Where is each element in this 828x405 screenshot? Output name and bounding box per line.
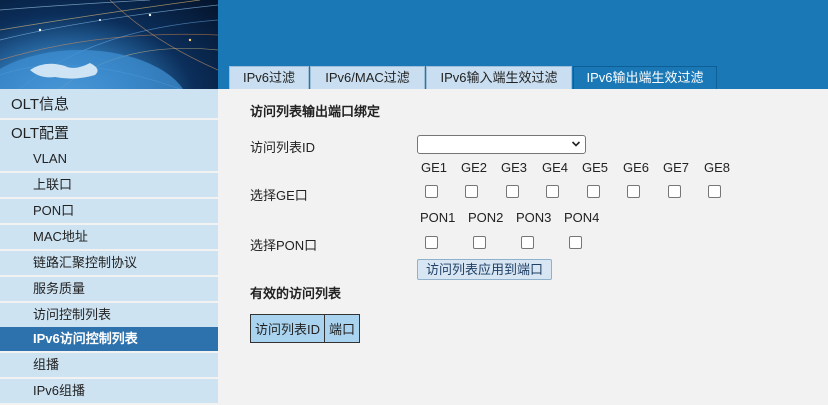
sidebar-item-pon[interactable]: PON口 [0,199,218,225]
tab-ipv6-output-filter[interactable]: IPv6输出端生效过滤 [573,66,717,89]
pon1-checkbox[interactable] [425,236,438,249]
sidebar-item-multicast[interactable]: 组播 [0,353,218,379]
chevron-down-icon [571,141,581,147]
pon2-checkbox[interactable] [473,236,486,249]
sidebar-item-vlan[interactable]: VLAN [0,147,218,173]
tab-ipv6-filter[interactable]: IPv6过滤 [229,66,309,89]
pon4-checkbox[interactable] [569,236,582,249]
ge-port-label: GE5 [582,160,609,175]
sidebar-item-uplink[interactable]: 上联口 [0,173,218,199]
banner-globe-image [0,0,218,89]
table-header-row: 访问列表ID 端口 [249,314,361,343]
ge8-checkbox[interactable] [708,185,721,198]
ge-port-label: GE1 [421,160,448,175]
ge6-checkbox[interactable] [627,185,640,198]
pon-port-label: PON2 [468,210,504,225]
ge3-checkbox[interactable] [506,185,519,198]
effective-acl-title: 有效的访问列表 [250,286,342,301]
ge1-checkbox[interactable] [425,185,438,198]
ge4-checkbox[interactable] [546,185,559,198]
column-header-port: 端口 [324,314,361,343]
pon3-checkbox[interactable] [521,236,534,249]
ge7-checkbox[interactable] [668,185,681,198]
pon-port-label: PON3 [516,210,552,225]
ge-port-label: GE4 [542,160,569,175]
section-title: 访问列表输出端口绑定 [250,104,381,119]
sidebar-item-qos[interactable]: 服务质量 [0,277,218,303]
ge-port-label: GE6 [623,160,650,175]
ge-port-label: GE2 [461,160,488,175]
apply-acl-to-port-button[interactable]: 访问列表应用到端口 [417,259,552,280]
effective-acl-table: 访问列表ID 端口 [249,314,361,343]
ge5-checkbox[interactable] [587,185,600,198]
sidebar-item-ipv6-multicast[interactable]: IPv6组播 [0,379,218,405]
pon-select-label: 选择PON口 [250,238,318,253]
sidebar: OLT信息 OLT配置 VLAN 上联口 PON口 MAC地址 链路汇聚控制协议… [0,89,218,405]
sidebar-item-olt-config[interactable]: OLT配置 [0,120,218,149]
pon-port-label: PON4 [564,210,600,225]
header-banner [218,0,828,56]
ge-select-label: 选择GE口 [250,188,308,203]
acl-id-select[interactable] [417,135,586,154]
sidebar-item-ipv6-acl[interactable]: IPv6访问控制列表 [0,327,218,353]
ge-port-label: GE8 [704,160,731,175]
sidebar-item-mac[interactable]: MAC地址 [0,225,218,251]
ge-port-label: GE3 [501,160,528,175]
acl-id-label: 访问列表ID [250,140,316,155]
pon-port-label: PON1 [420,210,456,225]
main-content: 访问列表输出端口绑定 访问列表ID GE1 GE2 GE3 GE4 GE5 GE… [218,89,828,405]
sidebar-item-olt-info[interactable]: OLT信息 [0,91,218,120]
sidebar-item-lacp[interactable]: 链路汇聚控制协议 [0,251,218,277]
column-header-acl-id: 访问列表ID [249,314,326,343]
ge-port-label: GE7 [663,160,690,175]
tab-ipv6-mac-filter[interactable]: IPv6/MAC过滤 [310,66,425,89]
tab-ipv6-input-filter[interactable]: IPv6输入端生效过滤 [426,66,572,89]
ge2-checkbox[interactable] [465,185,478,198]
sidebar-item-acl[interactable]: 访问控制列表 [0,303,218,329]
